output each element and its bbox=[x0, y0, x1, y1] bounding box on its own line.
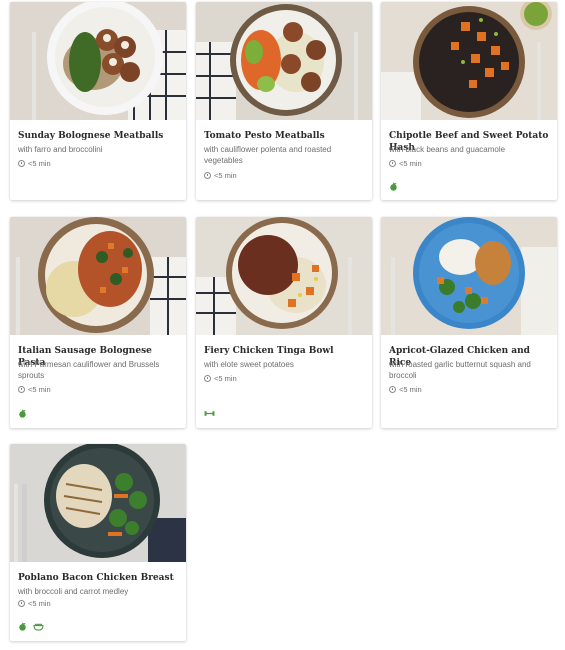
prep-time: <5 min bbox=[18, 159, 51, 168]
bowl-icon bbox=[33, 623, 44, 631]
prep-time: <5 min bbox=[389, 159, 422, 168]
meal-photo bbox=[10, 444, 186, 562]
prep-time: <5 min bbox=[204, 374, 237, 383]
clock-icon bbox=[204, 172, 211, 179]
meal-subtitle: with Parmesan cauliflower and Brussels s… bbox=[18, 360, 160, 380]
meal-photo bbox=[196, 2, 372, 120]
apple-icon bbox=[390, 182, 397, 191]
clock-icon bbox=[389, 386, 396, 393]
meal-card-poblano-bacon-chicken-breast[interactable]: Poblano Bacon Chicken Breast with brocco… bbox=[10, 444, 186, 641]
meal-subtitle: with cauliflower polenta and roasted veg… bbox=[204, 145, 332, 165]
clock-icon bbox=[18, 600, 25, 607]
meal-card-sunday-bolognese-meatballs[interactable]: Sunday Bolognese Meatballs with farro an… bbox=[10, 2, 186, 200]
meal-title: Tomato Pesto Meatballs bbox=[204, 131, 325, 141]
prep-time: <5 min bbox=[18, 599, 51, 608]
meal-title: Sunday Bolognese Meatballs bbox=[18, 131, 164, 141]
meal-subtitle: with broccoli and carrot medley bbox=[18, 587, 129, 596]
meal-subtitle: with farro and broccolini bbox=[18, 145, 103, 154]
meal-card-fiery-chicken-tinga-bowl[interactable]: Fiery Chicken Tinga Bowl with elote swee… bbox=[196, 217, 372, 428]
dumbbell-icon bbox=[204, 411, 215, 416]
clock-icon bbox=[18, 160, 25, 167]
meal-photo bbox=[10, 2, 186, 120]
apple-icon bbox=[19, 409, 26, 418]
meal-card-tomato-pesto-meatballs[interactable]: Tomato Pesto Meatballs with cauliflower … bbox=[196, 2, 372, 200]
meal-photo bbox=[196, 217, 372, 335]
meal-photo bbox=[10, 217, 186, 335]
prep-time: <5 min bbox=[389, 385, 422, 394]
meal-subtitle: with elote sweet potatoes bbox=[204, 360, 294, 369]
meal-title: Fiery Chicken Tinga Bowl bbox=[204, 346, 334, 356]
prep-time: <5 min bbox=[204, 171, 237, 180]
prep-time: <5 min bbox=[18, 385, 51, 394]
meal-subtitle: with black beans and guacamole bbox=[389, 145, 506, 154]
clock-icon bbox=[389, 160, 396, 167]
meal-photo bbox=[381, 2, 557, 120]
apple-icon bbox=[19, 622, 26, 631]
meal-title: Poblano Bacon Chicken Breast bbox=[18, 573, 174, 583]
meal-card-chipotle-beef-sweet-potato-hash[interactable]: Chipotle Beef and Sweet Potato Hash with… bbox=[381, 2, 557, 200]
meal-subtitle: with roasted garlic butternut squash and… bbox=[389, 360, 531, 380]
clock-icon bbox=[204, 375, 211, 382]
meal-photo bbox=[381, 217, 557, 335]
meal-card-italian-sausage-bolognese-pasta[interactable]: Italian Sausage Bolognese Pasta with Par… bbox=[10, 217, 186, 428]
clock-icon bbox=[18, 386, 25, 393]
meal-card-apricot-glazed-chicken-rice[interactable]: Apricot-Glazed Chicken and Rice with roa… bbox=[381, 217, 557, 428]
